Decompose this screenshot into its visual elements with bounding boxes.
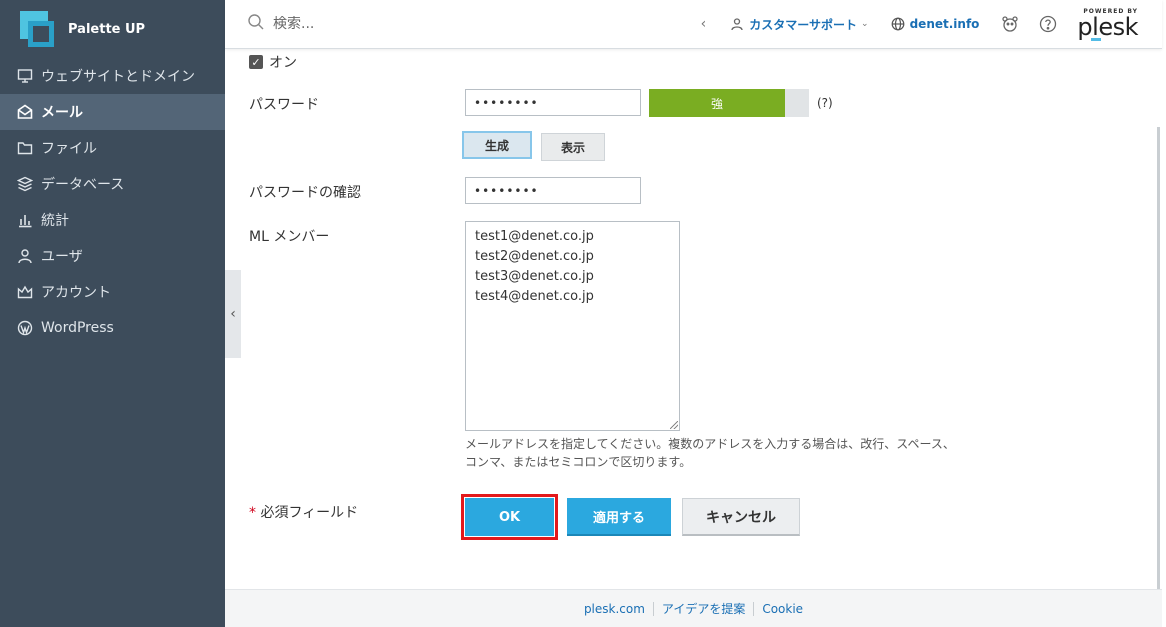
sidebar: Palette UP ウェブサイトとドメイン メール ファイル データベース 統…: [0, 0, 225, 627]
member-line: test3@denet.co.jp: [475, 269, 594, 284]
brand[interactable]: Palette UP: [0, 0, 225, 58]
generate-password-button[interactable]: 生成: [462, 131, 532, 159]
search-input[interactable]: [273, 16, 573, 32]
brand-name: Palette UP: [68, 21, 146, 37]
sidebar-item-files[interactable]: ファイル: [0, 130, 225, 166]
members-hint-line: メールアドレスを指定してください。複数のアドレスを入力する場合は、改行、スペース…: [465, 437, 955, 451]
sidebar-item-label: データベース: [41, 177, 125, 193]
globe-icon: [891, 17, 904, 31]
scrollbar[interactable]: [1154, 49, 1162, 597]
required-fields-label: 必須フィールド: [260, 505, 359, 521]
member-line: test1@denet.co.jp: [475, 229, 594, 244]
checkbox-label: オン: [269, 55, 297, 71]
password-help-link[interactable]: (?): [817, 96, 833, 110]
wordpress-icon: [16, 319, 34, 337]
top-header: ‹ カスタマーサポート ⌄ denet.info POWERED BY ples…: [225, 0, 1162, 49]
chevron-down-icon: ⌄: [861, 19, 869, 29]
member-line: test4@denet.co.jp: [475, 289, 594, 304]
password-label: パスワード: [249, 97, 319, 113]
member-line: test2@denet.co.jp: [475, 249, 594, 264]
stats-icon: [16, 211, 34, 229]
sidebar-item-label: 統計: [41, 213, 69, 229]
required-star: *: [249, 505, 256, 521]
ml-members-textarea[interactable]: test1@denet.co.jp test2@denet.co.jp test…: [465, 221, 680, 431]
crown-icon: [16, 283, 34, 301]
required-fields-note: * 必須フィールド: [249, 502, 358, 522]
sidebar-item-websites[interactable]: ウェブサイトとドメイン: [0, 58, 225, 94]
ml-members-label: ML メンバー: [249, 229, 330, 245]
customer-support-label: カスタマーサポート: [749, 17, 858, 32]
search-box: [247, 13, 687, 35]
user-icon: [731, 18, 743, 31]
monitor-icon: [16, 67, 34, 85]
sidebar-item-databases[interactable]: データベース: [0, 166, 225, 202]
footer-link-suggest-idea[interactable]: アイデアを提案: [654, 600, 753, 617]
sidebar-item-label: ファイル: [41, 141, 97, 157]
help-icon[interactable]: [1039, 15, 1057, 33]
sidebar-item-label: ウェブサイトとドメイン: [41, 69, 195, 85]
password-strength-fill: 強: [649, 89, 785, 117]
folder-icon: [16, 139, 34, 157]
members-hint: メールアドレスを指定してください。複数のアドレスを入力する場合は、改行、スペース…: [465, 435, 965, 471]
members-hint-line: コンマ、またはセミコロンで区切ります。: [465, 455, 692, 469]
sidebar-item-mail[interactable]: メール: [0, 94, 225, 130]
confirm-password-label: パスワードの確認: [249, 185, 361, 201]
sidebar-item-users[interactable]: ユーザ: [0, 238, 225, 274]
sidebar-item-label: アカウント: [41, 285, 111, 301]
apply-button[interactable]: 適用する: [567, 498, 671, 536]
user-icon: [16, 247, 34, 265]
main-content: ✓ オン パスワード •••••••• 強 (?) 生成 表示 パスワードの確認…: [225, 49, 1162, 589]
footer-link-cookie[interactable]: Cookie: [754, 602, 811, 616]
plesk-logo: POWERED BY plesk: [1077, 9, 1138, 41]
plesk-wordmark: plesk: [1077, 13, 1138, 41]
resize-handle-icon[interactable]: [670, 421, 678, 429]
password-field[interactable]: ••••••••: [465, 89, 641, 116]
footer-link-plesk[interactable]: plesk.com: [576, 602, 653, 616]
customer-support-link[interactable]: カスタマーサポート ⌄: [730, 16, 869, 33]
password-strength-meter: 強: [649, 89, 809, 117]
scrollbar-thumb[interactable]: [1157, 127, 1160, 597]
enable-checkbox-row[interactable]: ✓ オン: [249, 52, 297, 72]
database-icon: [16, 175, 34, 193]
cancel-button[interactable]: キャンセル: [682, 498, 800, 536]
sidebar-item-label: WordPress: [41, 320, 114, 336]
mail-icon: [16, 103, 34, 121]
ok-button[interactable]: OK: [461, 494, 558, 540]
sidebar-item-account[interactable]: アカウント: [0, 274, 225, 310]
sidebar-item-wordpress[interactable]: WordPress: [0, 310, 225, 346]
domain-label: denet.info: [909, 17, 980, 31]
confirm-password-field[interactable]: ••••••••: [465, 177, 641, 204]
sidebar-item-label: ユーザ: [41, 249, 83, 265]
show-password-button[interactable]: 表示: [541, 133, 605, 161]
checkbox-checked-icon[interactable]: ✓: [249, 55, 263, 69]
footer: plesk.com アイデアを提案 Cookie: [225, 589, 1162, 627]
sidebar-item-label: メール: [41, 105, 83, 121]
domain-link[interactable]: denet.info: [891, 17, 980, 31]
sidebar-item-statistics[interactable]: 統計: [0, 202, 225, 238]
brand-logo-icon: [18, 9, 58, 49]
mascot-icon[interactable]: [1001, 15, 1019, 33]
chevron-left-icon[interactable]: ‹: [701, 16, 707, 32]
search-icon: [247, 13, 265, 35]
